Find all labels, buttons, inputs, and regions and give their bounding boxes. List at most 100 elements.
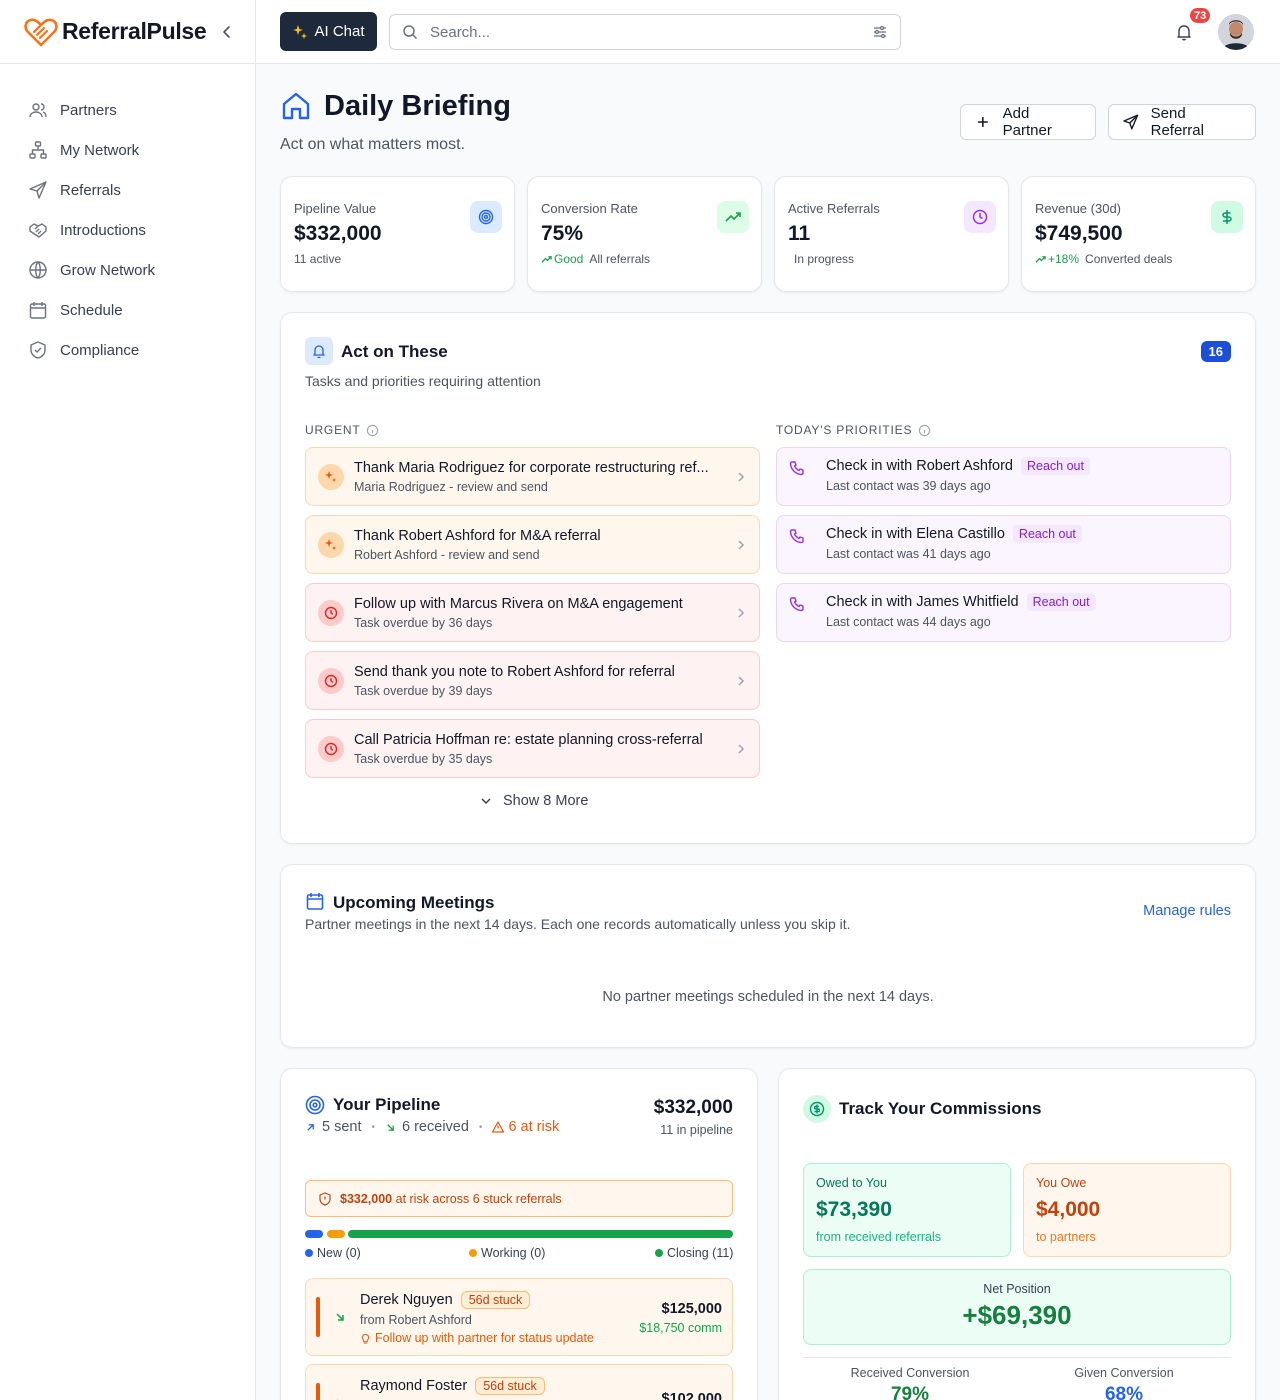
stat-sub-text: 11 active [294, 252, 342, 266]
urgent-task-item[interactable]: Send thank you note to Robert Ashford fo… [305, 651, 760, 710]
urgent-heading: URGENT [305, 423, 379, 437]
trend-indicator: +18% [1035, 252, 1079, 266]
deal-tip: Follow up with partner for status update [360, 1331, 594, 1345]
urgent-task-item[interactable]: Follow up with Marcus Rivera on M&A enga… [305, 583, 760, 642]
sidebar-item-grow-network[interactable]: Grow Network [0, 250, 255, 290]
urgent-task-item[interactable]: Thank Maria Rodriguez for corporate rest… [305, 447, 760, 506]
info-icon[interactable] [366, 424, 379, 437]
trend-text: +18% [1048, 252, 1080, 266]
stage-bar-closing [348, 1230, 733, 1238]
chevron-right-icon [738, 675, 745, 686]
stat-card-pipeline-value[interactable]: Pipeline Value $332,000 11 active [280, 176, 515, 292]
owed-to-you-card: Owed to You $73,390 from received referr… [803, 1163, 1011, 1257]
sidebar-item-referrals[interactable]: Referrals [0, 170, 255, 210]
avatar[interactable] [1218, 14, 1254, 50]
trend-indicator: Good [541, 252, 583, 266]
handshake-icon [29, 223, 47, 238]
pipeline-count: 11 in pipeline [660, 1123, 733, 1137]
info-icon[interactable] [918, 424, 931, 437]
received-count: 6 received [402, 1119, 469, 1135]
deal-card[interactable]: Derek Nguyen 56d stuck from Robert Ashfor… [305, 1278, 733, 1356]
stuck-badge: 56d stuck [475, 1377, 545, 1395]
arrow-up-right-icon [307, 1123, 314, 1131]
urgent-task-item[interactable]: Call Patricia Hoffman re: estate plannin… [305, 719, 760, 778]
legend-label: Closing (11) [667, 1246, 734, 1260]
separator-dot: • [371, 1121, 376, 1133]
ai-chat-label: AI Chat [314, 23, 365, 40]
manage-rules-link[interactable]: Manage rules [1143, 903, 1231, 919]
bell-icon[interactable] [1174, 22, 1194, 42]
filter-sliders-icon[interactable] [872, 24, 888, 40]
deal-name: Derek Nguyen [360, 1292, 453, 1308]
legend-label: New (0) [317, 1246, 361, 1260]
priority-item[interactable]: Check in with Elena Castillo Reach out Las… [776, 515, 1231, 574]
task-subtitle: Last contact was 44 days ago [826, 615, 991, 629]
calendar-icon [29, 302, 47, 319]
sidebar-item-compliance[interactable]: Compliance [0, 330, 255, 370]
stuck-indicator-bar [316, 1297, 320, 1337]
deal-name: Raymond Foster [360, 1378, 468, 1394]
owed-sub: from received referrals [816, 1230, 942, 1244]
stage-bar-working [327, 1230, 345, 1238]
trending-up-icon [1035, 255, 1046, 263]
owe-sub: to partners [1036, 1230, 1096, 1244]
sidebar-item-label: Partners [60, 101, 117, 119]
pipeline-panel: Your Pipeline 5 sent • 6 received • 6 at… [280, 1068, 758, 1400]
arrow-down-right-icon [387, 1123, 394, 1131]
search-placeholder: Search... [430, 23, 491, 41]
sidebar-item-my-network[interactable]: My Network [0, 130, 255, 170]
deal-card[interactable]: Raymond Foster 56d stuck $102,000 [305, 1364, 733, 1400]
users-icon [29, 103, 47, 118]
stat-sub: +18% Converted deals [1035, 252, 1243, 266]
stat-sub: 11 active [294, 252, 502, 266]
section-title: Upcoming Meetings [333, 893, 495, 912]
stuck-badge: 56d stuck [460, 1291, 531, 1309]
show-more-button[interactable]: Show 8 More [479, 793, 588, 809]
sidebar-item-introductions[interactable]: Introductions [0, 210, 255, 250]
lightbulb-icon [361, 1333, 370, 1344]
chevron-right-icon [738, 471, 745, 482]
separator-dot: • [478, 1121, 483, 1133]
task-title: Call Patricia Hoffman re: estate plannin… [354, 731, 703, 748]
urgent-heading-text: URGENT [305, 423, 361, 437]
page-title: Daily Briefing [324, 90, 511, 122]
dollar-icon [1211, 201, 1243, 233]
sidebar-item-label: Grow Network [60, 261, 156, 279]
stat-cards: Pipeline Value $332,000 11 active Conver… [280, 176, 1256, 292]
stat-card-conversion-rate[interactable]: Conversion Rate 75% Good All referrals [527, 176, 762, 292]
priorities-heading-text: TODAY'S PRIORITIES [776, 423, 913, 437]
urgent-task-item[interactable]: Thank Robert Ashford for M&A referral Rob… [305, 515, 760, 574]
main-content: Daily Briefing Act on what matters most.… [280, 64, 1256, 1400]
given-conversion: Given Conversion 68% [1017, 1366, 1231, 1400]
priority-item[interactable]: Check in with James Whitfield Reach out La… [776, 583, 1231, 642]
priority-item[interactable]: Check in with Robert Ashford Reach out Las… [776, 447, 1231, 506]
section-subtitle: Partner meetings in the next 14 days. Ea… [305, 916, 851, 932]
sparkles-icon [318, 463, 344, 490]
search-input[interactable]: Search... [389, 14, 901, 50]
stat-sub-text: Converted deals [1085, 252, 1173, 266]
stage-bar-new [305, 1230, 323, 1238]
sidebar-item-schedule[interactable]: Schedule [0, 290, 255, 330]
priorities-heading: TODAY'S PRIORITIES [776, 423, 931, 437]
clock-icon [318, 735, 344, 762]
act-on-these-panel: Act on These Tasks and priorities requir… [280, 312, 1256, 844]
add-partner-button[interactable]: Add Partner [960, 104, 1096, 140]
deal-amount: $102,000 [661, 1391, 722, 1400]
priority-title: Check in with Robert Ashford [826, 458, 1013, 474]
phone-icon [789, 597, 804, 612]
send-icon [1123, 114, 1139, 130]
ai-chat-button[interactable]: AI Chat [280, 12, 377, 51]
stat-card-active-referrals[interactable]: Active Referrals 11 In progress [774, 176, 1009, 292]
page-header: Daily Briefing Act on what matters most.… [280, 64, 1256, 176]
stat-card-revenue[interactable]: Revenue (30d) $749,500 +18% Converted de… [1021, 176, 1256, 292]
sidebar-item-label: Compliance [60, 341, 140, 359]
collapse-sidebar-icon[interactable] [217, 22, 237, 42]
sidebar-item-partners[interactable]: Partners [0, 90, 255, 130]
send-referral-button[interactable]: Send Referral [1108, 104, 1256, 140]
net-label: Net Position [983, 1282, 1051, 1296]
at-risk-count: 6 at risk [508, 1119, 560, 1135]
trend-text: Good [554, 252, 584, 266]
task-subtitle: Last contact was 39 days ago [826, 479, 991, 493]
pipeline-meta: 5 sent • 6 received • 6 at risk [305, 1119, 559, 1135]
sparkles-icon [293, 24, 308, 39]
